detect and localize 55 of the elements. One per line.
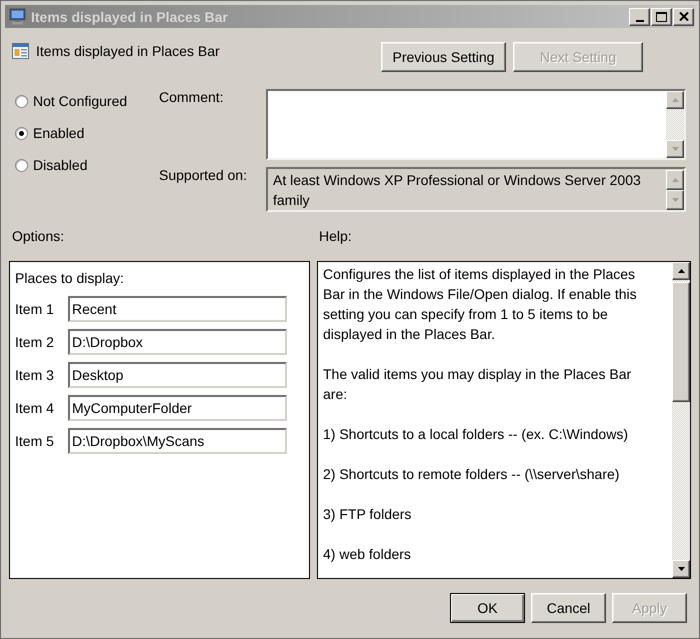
up-arrow-icon: [672, 178, 678, 182]
places-heading: Places to display:: [15, 270, 124, 287]
up-arrow-icon: [678, 269, 684, 273]
help-paragraph: 1) Shortcuts to a local folders -- (ex. C:\Windows): [323, 425, 629, 444]
close-button[interactable]: [673, 8, 694, 26]
dialog-button[interactable]: OK: [450, 593, 525, 623]
maximize-button[interactable]: [651, 8, 672, 26]
help-paragraph: The valid items you may display in the Places Bar are:: [323, 365, 632, 404]
minimize-icon: [636, 20, 644, 22]
scroll-up-button[interactable]: [672, 262, 690, 280]
supported-on-text: At least Windows XP Professional or Windows Server 2003 family: [272, 171, 642, 210]
scroll-up-button[interactable]: [666, 91, 684, 109]
radio-label[interactable]: Disabled: [33, 157, 88, 173]
down-arrow-icon: [678, 567, 684, 571]
window-title: Items displayed in Places Bar: [31, 8, 228, 24]
radio-button[interactable]: [15, 158, 28, 172]
item-label: Item 2: [15, 334, 55, 350]
down-arrow-icon: [672, 147, 678, 151]
item-label: Item 4: [15, 400, 55, 416]
help-paragraph: 2) Shortcuts to remote folders -- (\\server\share): [323, 465, 620, 484]
item-label: Item 3: [15, 367, 55, 383]
dialog-button[interactable]: Cancel: [531, 593, 606, 623]
up-arrow-icon: [672, 98, 678, 102]
item-label: Item 1: [15, 301, 55, 317]
computer-icon: [9, 8, 26, 25]
text-field[interactable]: Recent: [68, 296, 287, 322]
text-field[interactable]: MyComputerFolder: [68, 395, 287, 421]
scroll-up-button[interactable]: [666, 170, 684, 190]
text-field[interactable]: Desktop: [68, 362, 287, 388]
help-label: Help:: [318, 228, 352, 245]
text-field[interactable]: D:\Dropbox: [68, 329, 287, 355]
scroll-thumb[interactable]: [672, 282, 690, 402]
text-field[interactable]: D:\Dropbox\MyScans: [68, 428, 287, 454]
radio-button[interactable]: [15, 126, 28, 140]
scroll-down-button[interactable]: [666, 140, 684, 158]
minimize-button[interactable]: [629, 8, 650, 26]
radio-label[interactable]: Not Configured: [33, 93, 128, 109]
options-label: Options:: [11, 228, 64, 245]
item-label: Item 5: [15, 433, 55, 449]
scroll-down-button[interactable]: [666, 190, 684, 210]
setting-title: Items displayed in Places Bar: [36, 43, 220, 59]
help-paragraph: Configures the list of items displayed in the Places Bar in the Windows File/Open dialog. If enable this setting you can specify from 1 to 5 items to be displayed in the Places Bar.: [323, 265, 638, 344]
supported-on-label: Supported on:: [159, 167, 248, 185]
comment-field[interactable]: [266, 89, 686, 160]
down-arrow-icon: [672, 198, 678, 202]
setting-nav-button[interactable]: Previous Setting: [381, 42, 506, 72]
form-window-icon: [12, 43, 29, 59]
scroll-down-button[interactable]: [672, 560, 690, 578]
radio-button[interactable]: [15, 94, 28, 108]
help-paragraph: 3) FTP folders: [323, 505, 412, 524]
comment-label: Comment:: [159, 89, 225, 107]
help-paragraph: 4) web folders: [323, 545, 412, 564]
maximize-icon: [656, 12, 667, 22]
close-icon: [678, 12, 688, 21]
radio-label[interactable]: Enabled: [33, 125, 84, 141]
